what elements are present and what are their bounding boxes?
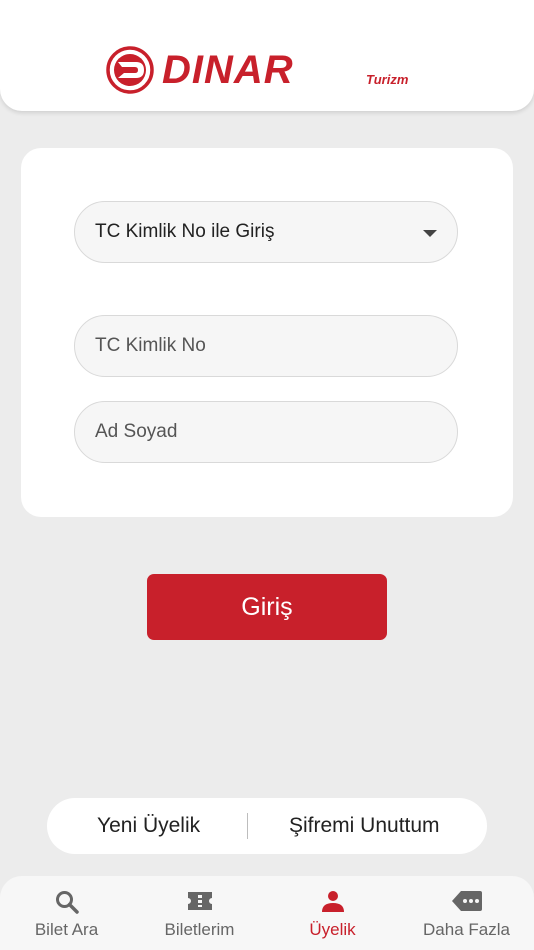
app-header: DINAR Turizm: [0, 0, 534, 111]
tab-daha-fazla[interactable]: Daha Fazla: [400, 876, 533, 950]
tab-label: Daha Fazla: [423, 920, 510, 939]
login-button[interactable]: Giriş: [147, 574, 387, 640]
tab-label: Biletlerim: [164, 920, 235, 939]
login-type-value: TC Kimlik No ile Giriş: [95, 221, 275, 242]
links-divider: [247, 813, 248, 839]
tab-label: Bilet Ara: [34, 920, 99, 939]
full-name-field-wrapper: [74, 401, 458, 463]
search-icon: [55, 891, 79, 914]
tab-uyelik[interactable]: Üyelik: [266, 876, 399, 950]
brand-logo: DINAR Turizm: [106, 46, 428, 94]
login-type-select[interactable]: TC Kimlik No ile Giriş: [74, 201, 458, 263]
tc-number-field-wrapper: [74, 315, 458, 377]
brand-name: DINAR: [162, 48, 294, 92]
logo-emblem-icon: [106, 46, 154, 94]
more-tag-icon: [451, 891, 482, 911]
full-name-input[interactable]: [95, 402, 415, 462]
account-links: Yeni Üyelik Şifremi Unuttum: [47, 798, 487, 854]
chevron-down-icon: [423, 230, 437, 237]
tab-label: Üyelik: [309, 920, 356, 939]
tab-bilet-ara[interactable]: Bilet Ara: [0, 876, 133, 950]
ticket-icon: [187, 892, 212, 910]
tab-biletlerim[interactable]: Biletlerim: [133, 876, 266, 950]
login-card: TC Kimlik No ile Giriş: [21, 148, 513, 517]
person-icon: [321, 891, 344, 912]
tc-number-input[interactable]: [95, 316, 415, 376]
forgot-password-link[interactable]: Şifremi Unuttum: [289, 798, 440, 854]
bottom-tab-bar: Bilet Ara Biletlerim Üyelik Daha Fazla: [0, 876, 534, 950]
brand-subtitle: Turizm: [366, 72, 409, 87]
new-member-link[interactable]: Yeni Üyelik: [97, 798, 200, 854]
